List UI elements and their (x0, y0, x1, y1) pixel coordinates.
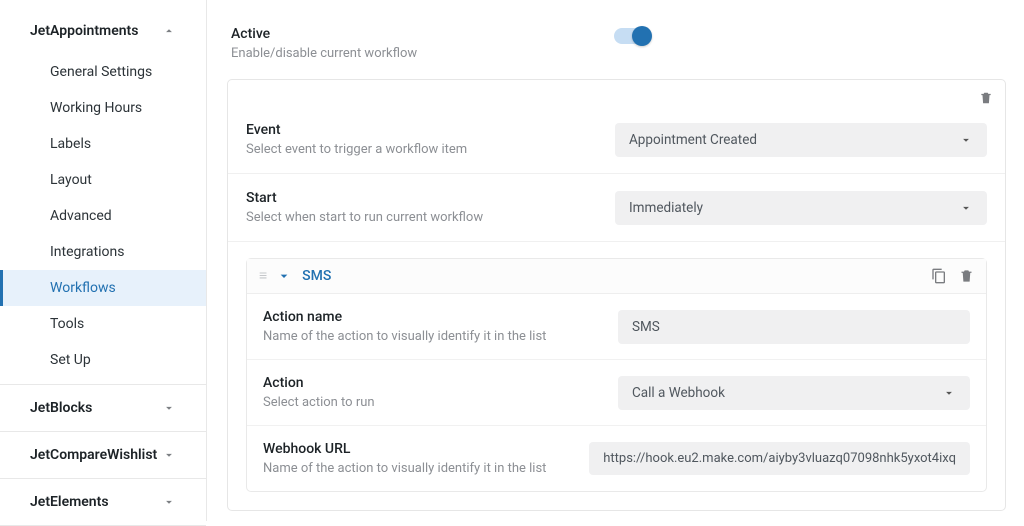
sidebar-item-workflows[interactable]: Workflows (0, 270, 206, 306)
action-name-input[interactable]: SMS (618, 310, 970, 344)
action-name-label: Action name (263, 309, 546, 325)
sidebar-section-jetappointments: JetAppointments General Settings Working… (0, 8, 206, 385)
active-label: Active (231, 26, 417, 42)
webhook-desc: Name of the action to visually identify … (263, 461, 546, 476)
event-value: Appointment Created (629, 132, 757, 148)
sidebar-item-labels[interactable]: Labels (0, 126, 206, 162)
start-label: Start (246, 190, 483, 206)
active-toggle-row: Active Enable/disable current workflow (227, 22, 1006, 79)
event-label-block: Event Select event to trigger a workflow… (246, 122, 467, 157)
sidebar-item-general[interactable]: General Settings (0, 54, 206, 90)
chevron-down-icon (276, 268, 292, 284)
workflow-card: Event Select event to trigger a workflow… (227, 79, 1006, 511)
chevron-down-icon (942, 386, 956, 400)
active-desc: Enable/disable current workflow (231, 46, 417, 61)
sidebar-section-jetblocks: JetBlocks (0, 385, 206, 432)
action-type-label: Action (263, 375, 375, 391)
event-row: Event Select event to trigger a workflow… (228, 106, 1005, 174)
sidebar-item-hours[interactable]: Working Hours (0, 90, 206, 126)
active-label-block: Active Enable/disable current workflow (231, 26, 417, 61)
chevron-down-icon (162, 448, 176, 462)
active-toggle[interactable] (614, 28, 650, 44)
delete-action-button[interactable] (959, 268, 974, 284)
sidebar-header-jetblocks[interactable]: JetBlocks (0, 385, 206, 431)
action-name-desc: Name of the action to visually identify … (263, 329, 546, 344)
start-desc: Select when start to run current workflo… (246, 210, 483, 225)
action-type-select-wrap: Call a Webhook (618, 376, 970, 410)
webhook-label-block: Webhook URL Name of the action to visual… (263, 441, 546, 476)
action-header-left: ≡ SMS (259, 268, 331, 284)
sidebar: JetAppointments General Settings Working… (0, 0, 207, 521)
sidebar-item-advanced[interactable]: Advanced (0, 198, 206, 234)
start-select[interactable]: Immediately (615, 191, 987, 225)
sidebar-items: General Settings Working Hours Labels La… (0, 54, 206, 384)
sidebar-item-tools[interactable]: Tools (0, 306, 206, 342)
action-name-row: Action name Name of the action to visual… (247, 294, 986, 360)
action-type-row: Action Select action to run Call a Webho… (247, 360, 986, 426)
main-content: Active Enable/disable current workflow E… (207, 0, 1024, 521)
chevron-down-icon (959, 201, 973, 215)
sidebar-header-label: JetCompareWishlist (30, 447, 157, 463)
action-type-desc: Select action to run (263, 395, 375, 410)
action-type-value: Call a Webhook (632, 385, 725, 401)
start-label-block: Start Select when start to run current w… (246, 190, 483, 225)
sidebar-header-label: JetElements (30, 494, 109, 510)
action-header-right (931, 268, 974, 284)
event-desc: Select event to trigger a workflow item (246, 142, 467, 157)
sidebar-item-layout[interactable]: Layout (0, 162, 206, 198)
start-select-wrap: Immediately (615, 191, 987, 225)
action-header[interactable]: ≡ SMS (247, 259, 986, 294)
drag-handle-icon[interactable]: ≡ (259, 273, 266, 279)
action-type-select[interactable]: Call a Webhook (618, 376, 970, 410)
event-select[interactable]: Appointment Created (615, 123, 987, 157)
action-name-value: SMS (632, 319, 660, 335)
webhook-url-input[interactable]: https://hook.eu2.make.com/aiyby3vluazq07… (589, 442, 970, 475)
chevron-up-icon (162, 24, 176, 38)
action-name-label-block: Action name Name of the action to visual… (263, 309, 546, 344)
action-name-input-wrap: SMS (618, 310, 970, 344)
duplicate-action-button[interactable] (931, 268, 947, 284)
chevron-down-icon (162, 495, 176, 509)
card-toolbar (228, 80, 1005, 106)
event-label: Event (246, 122, 467, 138)
sidebar-header-jetcompare[interactable]: JetCompareWishlist (0, 432, 206, 478)
sidebar-section-jetcompare: JetCompareWishlist (0, 432, 206, 479)
webhook-input-wrap: https://hook.eu2.make.com/aiyby3vluazq07… (589, 442, 970, 475)
sidebar-header-jetappointments[interactable]: JetAppointments (0, 8, 206, 54)
start-value: Immediately (629, 200, 703, 216)
action-card: ≡ SMS Action name (246, 258, 987, 492)
sidebar-item-integrations[interactable]: Integrations (0, 234, 206, 270)
webhook-url-row: Webhook URL Name of the action to visual… (247, 426, 986, 491)
chevron-down-icon (959, 133, 973, 147)
action-type-label-block: Action Select action to run (263, 375, 375, 410)
webhook-label: Webhook URL (263, 441, 546, 457)
sidebar-item-setup[interactable]: Set Up (0, 342, 206, 378)
sidebar-section-jetelements: JetElements (0, 479, 206, 526)
start-row: Start Select when start to run current w… (228, 174, 1005, 242)
action-title: SMS (302, 268, 331, 284)
event-select-wrap: Appointment Created (615, 123, 987, 157)
webhook-url-value: https://hook.eu2.make.com/aiyby3vluazq07… (603, 451, 956, 466)
sidebar-header-label: JetBlocks (30, 400, 92, 416)
sidebar-header-jetelements[interactable]: JetElements (0, 479, 206, 525)
delete-workflow-button[interactable] (979, 90, 993, 106)
chevron-down-icon (162, 401, 176, 415)
sidebar-header-label: JetAppointments (30, 23, 138, 39)
